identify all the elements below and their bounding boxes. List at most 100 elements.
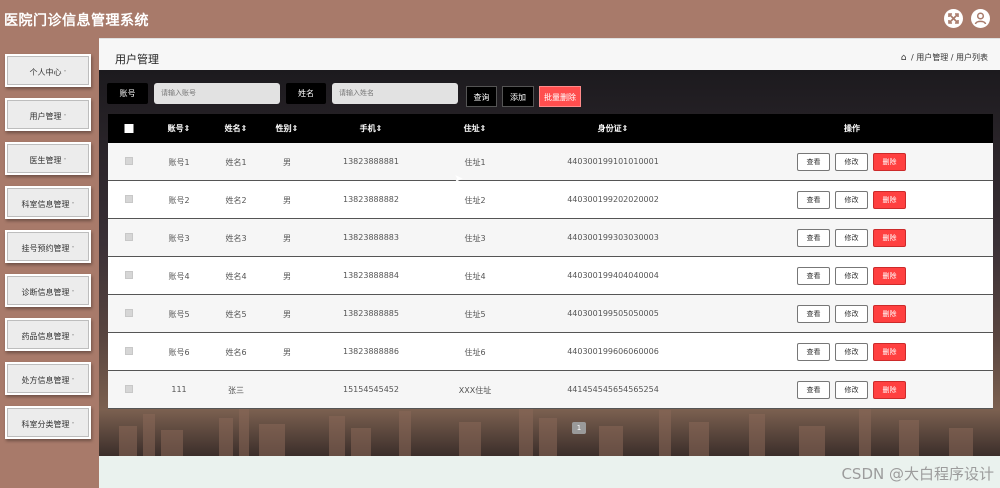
row-checkbox[interactable] bbox=[125, 385, 133, 393]
batch-delete-button[interactable]: 批量删除 bbox=[539, 86, 581, 107]
sort-icon: ⇕ bbox=[183, 124, 191, 133]
delete-button[interactable]: 删除 bbox=[873, 267, 906, 285]
chevron-down-icon: ˅ bbox=[63, 70, 67, 77]
user-icon[interactable] bbox=[971, 9, 990, 28]
view-button[interactable]: 查看 bbox=[797, 381, 830, 399]
cell-account: 账号1 bbox=[168, 158, 190, 167]
cell-id-card: 441454545654565254 bbox=[567, 385, 659, 394]
sidebar-item-label: 诊断信息管理 bbox=[21, 288, 70, 297]
cell-phone: 15154545452 bbox=[343, 385, 399, 394]
table-row: 111 张三 15154545452 XXX住址 441454545654565254 查… bbox=[108, 371, 993, 409]
delete-button[interactable]: 删除 bbox=[873, 305, 906, 323]
chevron-down-icon: ˅ bbox=[71, 246, 75, 253]
column-header-id-card[interactable]: 身份证⇕ bbox=[598, 123, 629, 134]
sidebar-item-department-category[interactable]: 科室分类管理 ˅ bbox=[5, 406, 91, 439]
edit-button[interactable]: 修改 bbox=[835, 229, 868, 247]
cell-address: 住址2 bbox=[464, 196, 486, 205]
fullscreen-icon[interactable] bbox=[944, 9, 963, 28]
cell-account: 账号2 bbox=[168, 196, 190, 205]
cell-gender: 男 bbox=[283, 310, 291, 319]
cell-name: 姓名2 bbox=[225, 196, 247, 205]
edit-button[interactable]: 修改 bbox=[835, 343, 868, 361]
sidebar-item-label: 个人中心 bbox=[29, 68, 62, 77]
row-checkbox[interactable] bbox=[125, 347, 133, 355]
view-button[interactable]: 查看 bbox=[797, 229, 830, 247]
edit-button[interactable]: 修改 bbox=[835, 153, 868, 171]
main-content: 用户管理 ⌂ / 用户管理 / 用户列表 账号 姓名 查询 添加 批量删除 bbox=[99, 38, 1000, 488]
delete-button[interactable]: 删除 bbox=[873, 229, 906, 247]
delete-button[interactable]: 删除 bbox=[873, 343, 906, 361]
sort-icon: ⇕ bbox=[375, 124, 383, 133]
cell-phone: 13823888884 bbox=[343, 271, 399, 280]
select-all-checkbox[interactable] bbox=[124, 124, 134, 133]
cell-id-card: 440300199303030003 bbox=[567, 233, 659, 242]
delete-button[interactable]: 删除 bbox=[873, 381, 906, 399]
edit-button[interactable]: 修改 bbox=[835, 381, 868, 399]
sidebar-item-user-management[interactable]: 用户管理 ˅ bbox=[5, 98, 91, 131]
view-button[interactable]: 查看 bbox=[797, 343, 830, 361]
column-header-phone[interactable]: 手机⇕ bbox=[360, 123, 383, 134]
cell-phone: 13823888886 bbox=[343, 347, 399, 356]
watermark: CSDN @大白程序设计 bbox=[841, 465, 994, 483]
sidebar-item-department-info[interactable]: 科室信息管理 ˅ bbox=[5, 186, 91, 219]
cell-id-card: 440300199101010001 bbox=[567, 157, 659, 166]
column-header-gender[interactable]: 性别⇕ bbox=[276, 123, 299, 134]
row-checkbox[interactable] bbox=[125, 233, 133, 241]
sidebar-item-appointment[interactable]: 挂号预约管理 ˅ bbox=[5, 230, 91, 263]
name-search-input[interactable] bbox=[332, 83, 458, 104]
view-button[interactable]: 查看 bbox=[797, 191, 830, 209]
table-row: 账号3 姓名3 男 13823888883 住址3 440300199303030003 查… bbox=[108, 219, 993, 257]
pagination-page-1[interactable]: 1 bbox=[572, 422, 586, 434]
cell-address: 住址1 bbox=[464, 158, 486, 167]
table-row: 账号2 姓名2 男 13823888882 住址2 440300199202020002 查… bbox=[108, 181, 993, 219]
delete-button[interactable]: 删除 bbox=[873, 191, 906, 209]
cell-address: 住址6 bbox=[464, 348, 486, 357]
account-label: 账号 bbox=[107, 83, 148, 104]
cell-name: 张三 bbox=[228, 386, 244, 395]
breadcrumb-item[interactable]: 用户管理 bbox=[916, 53, 948, 62]
edit-button[interactable]: 修改 bbox=[835, 267, 868, 285]
sort-icon: ⇕ bbox=[621, 124, 629, 133]
cell-phone: 13823888885 bbox=[343, 309, 399, 318]
sidebar-item-label: 科室分类管理 bbox=[21, 420, 70, 429]
view-button[interactable]: 查看 bbox=[797, 267, 830, 285]
sidebar-item-personal-center[interactable]: 个人中心 ˅ bbox=[5, 54, 91, 87]
sidebar-item-medicine[interactable]: 药品信息管理 ˅ bbox=[5, 318, 91, 351]
account-search-input[interactable] bbox=[154, 83, 280, 104]
sidebar-item-label: 用户管理 bbox=[29, 112, 62, 121]
cell-name: 姓名1 bbox=[225, 158, 247, 167]
row-checkbox[interactable] bbox=[125, 271, 133, 279]
sidebar-item-label: 处方信息管理 bbox=[21, 376, 70, 385]
sidebar-item-label: 药品信息管理 bbox=[21, 332, 70, 341]
column-header-account[interactable]: 账号⇕ bbox=[168, 123, 191, 134]
cell-address: XXX住址 bbox=[458, 386, 492, 395]
table-row: 账号1 姓名1 男 13823888881 住址1 440300199101010001 查… bbox=[108, 143, 993, 181]
query-button[interactable]: 查询 bbox=[466, 86, 497, 107]
cell-id-card: 440300199505050005 bbox=[567, 309, 659, 318]
delete-button[interactable]: 删除 bbox=[873, 153, 906, 171]
sidebar-item-doctor-management[interactable]: 医生管理 ˅ bbox=[5, 142, 91, 175]
column-header-name[interactable]: 姓名⇕ bbox=[225, 123, 248, 134]
row-checkbox[interactable] bbox=[125, 195, 133, 203]
edit-button[interactable]: 修改 bbox=[835, 191, 868, 209]
home-icon[interactable]: ⌂ bbox=[901, 53, 907, 63]
edit-button[interactable]: 修改 bbox=[835, 305, 868, 323]
table-row: 账号4 姓名4 男 13823888884 住址4 440300199404040004 查… bbox=[108, 257, 993, 295]
row-checkbox[interactable] bbox=[125, 157, 133, 165]
column-header-address[interactable]: 住址⇕ bbox=[464, 123, 487, 134]
view-button[interactable]: 查看 bbox=[797, 153, 830, 171]
sidebar-item-diagnosis[interactable]: 诊断信息管理 ˅ bbox=[5, 274, 91, 307]
add-button[interactable]: 添加 bbox=[502, 86, 534, 107]
cell-gender: 男 bbox=[283, 272, 291, 281]
cell-account: 账号3 bbox=[168, 234, 190, 243]
view-button[interactable]: 查看 bbox=[797, 305, 830, 323]
sidebar-item-prescription[interactable]: 处方信息管理 ˅ bbox=[5, 362, 91, 395]
chevron-down-icon: ˅ bbox=[71, 202, 75, 209]
cell-address: 住址3 bbox=[464, 234, 486, 243]
breadcrumb: ⌂ / 用户管理 / 用户列表 bbox=[900, 53, 988, 63]
page-title: 用户管理 bbox=[115, 53, 159, 66]
breadcrumb-item: 用户列表 bbox=[956, 53, 988, 62]
cell-gender: 男 bbox=[283, 234, 291, 243]
page-header: 用户管理 ⌂ / 用户管理 / 用户列表 bbox=[99, 38, 1000, 70]
row-checkbox[interactable] bbox=[125, 309, 133, 317]
